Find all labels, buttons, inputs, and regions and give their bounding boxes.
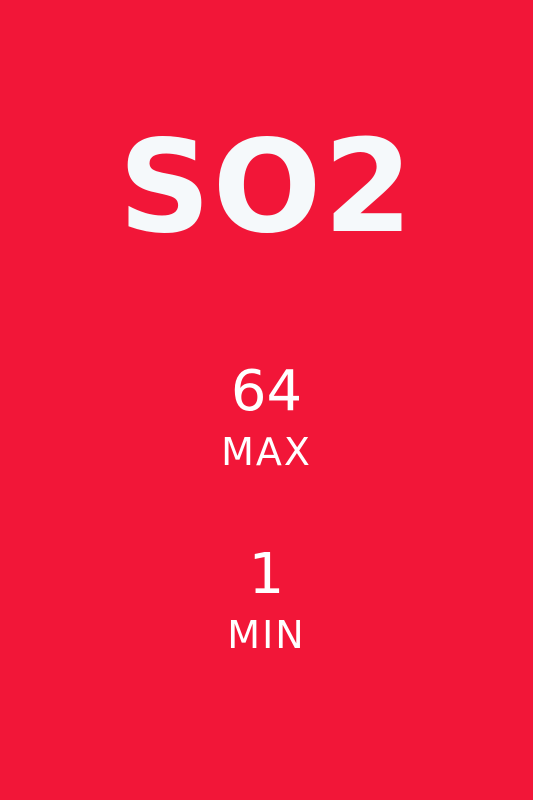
max-label: MAX <box>221 430 312 474</box>
min-label: MIN <box>227 613 306 657</box>
min-value: 1 <box>248 542 285 607</box>
pollutant-title: SO2 <box>118 113 415 262</box>
max-value: 64 <box>230 359 303 424</box>
pollutant-card: SO2 64 MAX 1 MIN <box>0 0 533 800</box>
